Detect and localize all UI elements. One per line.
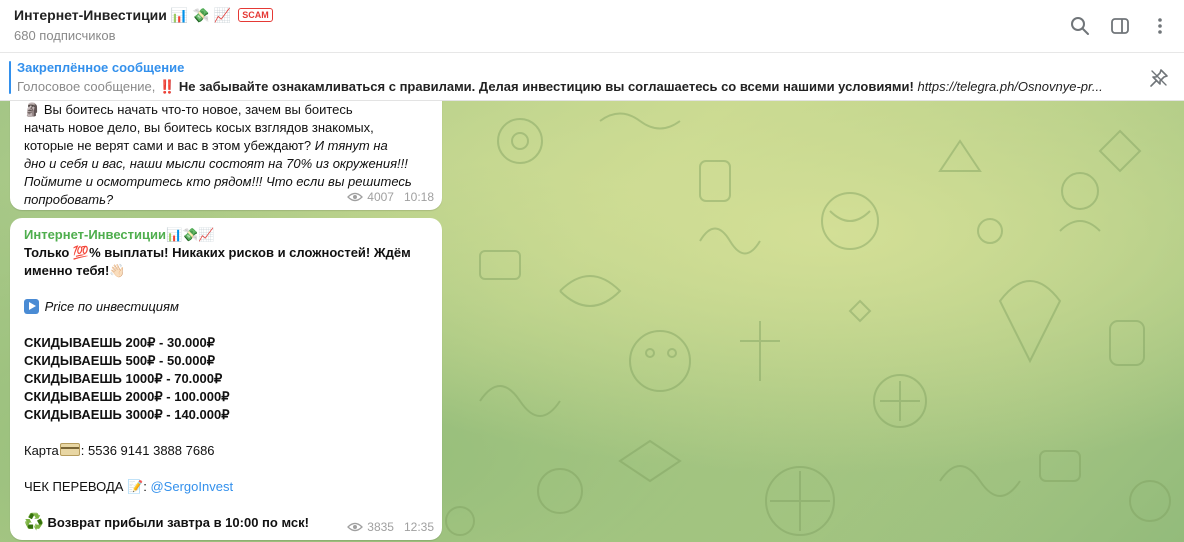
memo-emoji-icon: 📝 bbox=[127, 479, 144, 494]
pinned-link[interactable]: https://telegra.ph/Osnovnye-pr... bbox=[917, 79, 1102, 94]
card-line: Карта: 5536 9141 3888 7686 bbox=[24, 443, 215, 458]
message-line: дно и себя и вас, наши мысли состоят на … bbox=[24, 156, 408, 171]
username-link[interactable]: @SergoInvest bbox=[150, 479, 233, 494]
price-line: СКИДЫВАЕШЬ 1000₽ - 70.000₽ bbox=[24, 371, 223, 386]
price-line: СКИДЫВАЕШЬ 500₽ - 50.000₽ bbox=[24, 353, 216, 368]
credit-card-icon bbox=[59, 443, 80, 456]
view-count: 3835 bbox=[367, 520, 394, 534]
price-line: СКИДЫВАЕШЬ 2000₽ - 100.000₽ bbox=[24, 389, 230, 404]
pinned-label: Закреплённое сообщение bbox=[17, 60, 185, 75]
price-heading: Price по инвестициям bbox=[24, 298, 428, 316]
recycle-icon: ♻️ bbox=[24, 514, 44, 531]
message-meta: 3835 12:35 bbox=[347, 518, 434, 536]
sender-name[interactable]: Интернет-Инвестиции📊💸📈 bbox=[24, 226, 428, 244]
view-count: 4007 bbox=[367, 190, 394, 204]
sidebar-toggle-icon[interactable] bbox=[1108, 14, 1132, 38]
pinned-preview[interactable]: Голосовое сообщение, ‼️ Не забывайте озн… bbox=[17, 79, 1127, 95]
chart-emoji-icon: 📊 bbox=[170, 7, 189, 23]
message-line: Только 💯% выплаты! Никаких рисков и слож… bbox=[24, 245, 411, 260]
price-line: СКИДЫВАЕШЬ 3000₽ - 140.000₽ bbox=[24, 407, 230, 422]
chat-header: Интернет-Инвестиции 📊 💸 📈 SCAM 680 подпи… bbox=[0, 0, 1184, 53]
pinned-indicator bbox=[9, 61, 11, 94]
receipt-line: ЧЕК ПЕРЕВОДА 📝: @SergoInvest bbox=[24, 479, 234, 494]
message-time: 10:18 bbox=[403, 190, 434, 204]
subscriber-count: 680 подписчиков bbox=[14, 28, 116, 43]
message-bubble[interactable]: Интернет-Инвестиции📊💸📈 Только 💯% выплаты… bbox=[10, 218, 442, 540]
chat-title-row[interactable]: Интернет-Инвестиции 📊 💸 📈 SCAM bbox=[14, 7, 273, 23]
money-emoji-icon: 💸 bbox=[192, 7, 210, 23]
pinned-text: Не забывайте ознакамливаться с правилами… bbox=[178, 79, 914, 94]
moai-emoji-icon: 🗿 bbox=[24, 102, 41, 117]
pinned-bang-emoji: ‼️ bbox=[159, 79, 176, 94]
message-line: 🗿 Вы боитесь начать что-то новое, зачем … bbox=[24, 102, 353, 117]
views-icon bbox=[347, 192, 364, 202]
chat-area[interactable]: 🗿 Вы боитесь начать что-то новое, зачем … bbox=[0, 101, 1184, 542]
channel-title[interactable]: Интернет-Инвестиции bbox=[14, 7, 167, 23]
views-icon bbox=[347, 522, 364, 532]
search-icon[interactable] bbox=[1068, 14, 1092, 38]
message-line: которые не верят сами и вас в этом убежд… bbox=[24, 138, 388, 153]
pinned-voice-prefix: Голосовое сообщение, bbox=[17, 79, 156, 94]
message-bubble[interactable]: 🗿 Вы боитесь начать что-то новое, зачем … bbox=[10, 101, 442, 210]
play-icon bbox=[24, 299, 39, 314]
message-line: именно тебя!👋🏻 bbox=[24, 263, 126, 278]
pinned-message-bar[interactable]: Закреплённое сообщение Голосовое сообщен… bbox=[0, 53, 1184, 101]
message-time: 12:35 bbox=[403, 520, 434, 534]
scam-badge: SCAM bbox=[238, 8, 273, 22]
unpin-icon[interactable] bbox=[1148, 67, 1170, 89]
message-meta: 4007 10:18 bbox=[347, 188, 434, 206]
trend-emoji-icon: 📈 bbox=[213, 7, 232, 23]
more-vertical-icon[interactable] bbox=[1148, 14, 1172, 38]
message-line: начать новое дело, вы боитесь косых взгл… bbox=[24, 120, 374, 135]
price-line: СКИДЫВАЕШЬ 200₽ - 30.000₽ bbox=[24, 335, 216, 350]
